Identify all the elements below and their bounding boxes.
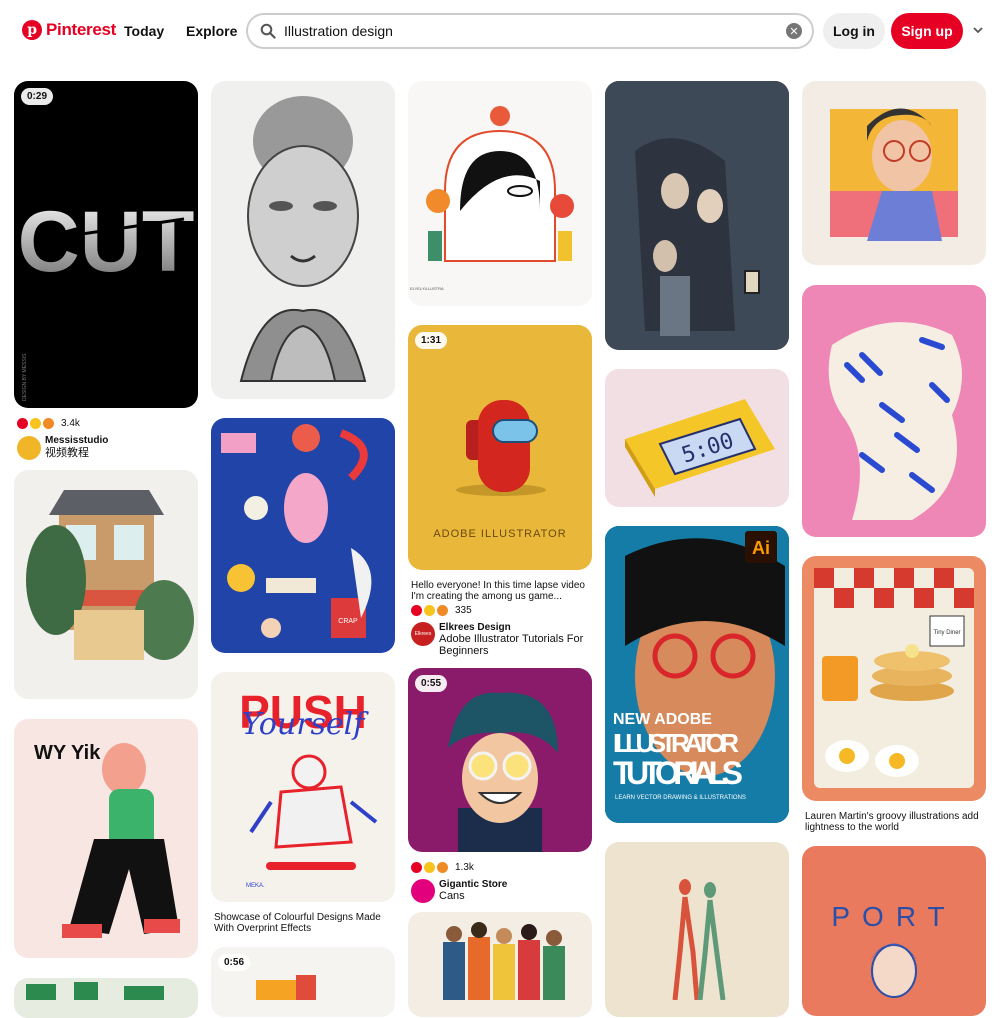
avatar[interactable] <box>411 879 435 903</box>
pin-tiny-diner-breakfast[interactable]: Tiny Diner <box>802 556 986 801</box>
pin-illustrator-tutorials[interactable]: Ai NEW ADOBE ILLUSTRATOR TUTORIALS LEARN… <box>605 526 789 823</box>
clear-search-icon[interactable]: ✕ <box>786 23 802 39</box>
reaction-summary[interactable]: 335 <box>411 605 472 616</box>
video-duration-badge: 0:56 <box>218 954 251 971</box>
pin-description: Showcase of Colourful Designs Made With … <box>214 912 381 934</box>
pin-image: PUSH Yourself MEKA. <box>239 686 378 889</box>
pin-cut-video[interactable]: CUT DESIGN BY MESSIS 0:29 <box>14 81 198 408</box>
cut-text: CUT <box>18 194 195 290</box>
pin-glasses-portrait[interactable] <box>802 81 986 265</box>
pin-image <box>239 96 367 382</box>
avatar[interactable] <box>17 436 41 460</box>
pin-image <box>26 982 164 1000</box>
tutorial-subtitle: LEARN VECTOR DRAWING & ILLUSTRATIONS <box>615 795 746 801</box>
reaction-count: 1.3k <box>455 862 474 873</box>
pinterest-logo-icon: p <box>22 20 42 40</box>
pin-image: PORT <box>831 901 956 998</box>
pin-image: CRAP <box>221 424 372 638</box>
pin-image: Ai NEW ADOBE ILLUSTRATOR TUTORIALS LEARN… <box>605 526 789 823</box>
tiny-diner-text: Tiny Diner <box>933 630 960 636</box>
pin-port-poster[interactable]: PORT <box>802 846 986 1016</box>
tutorial-title-line-2: ILLUSTRATOR <box>613 728 739 758</box>
pin-image: Tiny Diner <box>814 568 974 788</box>
pin-night-children[interactable] <box>605 81 789 350</box>
pin-board-name[interactable]: Cans <box>439 890 465 902</box>
smile-icon <box>424 862 435 873</box>
reaction-summary[interactable]: 1.3k <box>411 862 474 873</box>
reaction-count: 3.4k <box>61 418 80 429</box>
pin-username[interactable]: Messisstudio <box>45 435 108 446</box>
port-text: PORT <box>831 901 956 932</box>
pin-crowd-illustration[interactable] <box>408 912 592 1017</box>
pin-image <box>828 322 962 520</box>
pin-colorful-collage[interactable]: CRAP <box>211 418 395 653</box>
pin-image <box>830 108 958 241</box>
pin-image <box>448 692 558 852</box>
credit-text: DESIGN BY MESSIS <box>22 353 28 401</box>
pin-description: Hello everyone! In this time lapse video… <box>411 580 585 602</box>
search-bar[interactable]: Illustration design ✕ <box>246 13 814 49</box>
book-title-text: CRAP <box>338 618 358 625</box>
login-button[interactable]: Log in <box>823 13 885 49</box>
pin-among-us-video[interactable]: ADOBE ILLUSTRATOR 1:31 <box>408 325 592 570</box>
pin-japanese-house[interactable] <box>14 470 198 699</box>
heart-icon <box>411 605 422 616</box>
pin-image: CUT DESIGN BY MESSIS <box>18 194 195 401</box>
reaction-summary[interactable]: 3.4k <box>17 418 80 429</box>
pin-alarm-clock[interactable]: 5:00 <box>605 369 789 507</box>
pinterest-logo[interactable]: p Pinterest <box>22 20 116 40</box>
pin-image: WY Yik <box>34 742 180 938</box>
heart-icon <box>411 862 422 873</box>
credit-text: ELYELYILLUSTRA <box>410 286 444 291</box>
search-icon <box>260 23 276 39</box>
video-duration-badge: 0:55 <box>415 675 448 692</box>
pin-green-pattern[interactable] <box>14 978 198 1018</box>
pin-image <box>26 490 194 660</box>
chevron-down-icon[interactable] <box>972 24 984 36</box>
avatar[interactable]: Elkrees <box>411 622 435 646</box>
pin-board-name[interactable]: 视频教程 <box>45 447 89 459</box>
wow-icon <box>437 862 448 873</box>
search-input[interactable]: Illustration design <box>284 23 786 39</box>
pin-board-name[interactable]: Adobe Illustrator Tutorials For Beginner… <box>439 633 594 657</box>
adobe-illustrator-text: ADOBE ILLUSTRATOR <box>433 528 566 540</box>
yourself-script: Yourself <box>242 707 370 742</box>
tutorial-title-line-1: NEW ADOBE <box>613 711 712 728</box>
signup-button[interactable]: Sign up <box>891 13 963 49</box>
pin-description: Lauren Martin's groovy illustrations add… <box>805 811 979 833</box>
reaction-count: 335 <box>455 605 472 616</box>
heart-icon <box>17 418 28 429</box>
pin-skeleton-figures[interactable] <box>605 842 789 1017</box>
tutorial-title-line-3: TUTORIALS <box>613 755 743 791</box>
pin-image: ADOBE ILLUSTRATOR <box>433 400 566 540</box>
pin-video-056[interactable]: 0:56 <box>211 947 395 1017</box>
pin-buddha-sketch[interactable] <box>211 81 395 399</box>
pin-image <box>605 81 789 350</box>
pin-push-yourself[interactable]: PUSH Yourself MEKA. <box>211 672 395 902</box>
pin-image: 5:00 <box>625 399 775 497</box>
ai-logo-text: Ai <box>752 538 770 558</box>
nav-explore-link[interactable]: Explore <box>186 23 237 39</box>
video-duration-badge: 0:29 <box>21 88 54 105</box>
nav-today-link[interactable]: Today <box>124 23 164 39</box>
artist-text: MEKA. <box>246 883 265 889</box>
handlettering-text: WY Yik <box>34 742 101 764</box>
pin-cans-video[interactable]: 0:55 <box>408 668 592 852</box>
pin-username[interactable]: Elkrees Design <box>439 622 511 633</box>
pin-image: ELYELYILLUSTRA <box>410 106 574 291</box>
top-navigation-bar: p Pinterest Today Explore Illustration d… <box>0 0 1000 64</box>
pin-striped-cat[interactable] <box>802 285 986 537</box>
pin-floral-face[interactable]: ELYELYILLUSTRA <box>408 81 592 306</box>
smile-icon <box>424 605 435 616</box>
smile-icon <box>30 418 41 429</box>
pin-image <box>443 922 565 1000</box>
wow-icon <box>43 418 54 429</box>
wow-icon <box>437 605 448 616</box>
video-duration-badge: 1:31 <box>415 332 448 349</box>
pin-username[interactable]: Gigantic Store <box>439 879 507 890</box>
pin-walking-woman[interactable]: WY Yik <box>14 719 198 958</box>
pin-image <box>672 879 726 1001</box>
brand-name: Pinterest <box>46 20 117 39</box>
